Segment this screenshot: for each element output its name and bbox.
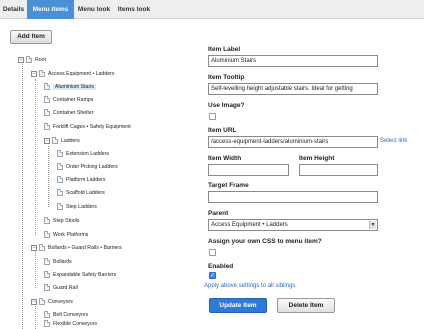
item-label-label: Item Label <box>208 46 241 53</box>
collapse-toggle-icon[interactable]: − <box>31 244 37 251</box>
tree-item-ladders[interactable]: − Ladders <box>44 136 80 146</box>
target-frame-label: Target Frame <box>208 182 249 189</box>
tree-item-expandable-safety-barriers[interactable]: Expandable Safety Barriers <box>44 270 116 280</box>
page-icon <box>44 284 50 292</box>
collapse-toggle-icon[interactable]: − <box>31 298 37 305</box>
tree-item-access-equipment-ladders[interactable]: − Access Equipment • Ladders <box>31 69 114 79</box>
folder-icon <box>26 56 32 64</box>
parent-select[interactable]: Access Equipment • Ladders ▼ <box>208 219 378 231</box>
tree-item-platform-ladders[interactable]: Platform Ladders <box>57 175 106 185</box>
item-tooltip-input[interactable]: Self-levelling height adjustable stairs.… <box>208 83 378 95</box>
page-icon <box>44 311 50 319</box>
page-icon <box>44 123 50 131</box>
page-icon <box>57 150 63 158</box>
tree-item-bollards-guard-rails-barriers[interactable]: − Bollards • Guard Rails • Barriers <box>31 243 122 253</box>
tree-connector-line <box>35 79 36 235</box>
collapse-toggle-icon[interactable]: − <box>31 70 37 77</box>
page-icon <box>39 298 45 306</box>
page-icon <box>44 217 50 225</box>
tree-connector-line <box>22 64 23 329</box>
item-edit-form: Item Label Aluminium Stairs Item Tooltip… <box>204 0 424 329</box>
enabled-label: Enabled <box>208 263 234 270</box>
use-image-checkbox[interactable] <box>209 113 216 120</box>
page-icon <box>57 163 63 171</box>
item-url-label: Item URL <box>208 127 237 134</box>
delete-item-button[interactable]: Delete Item <box>277 298 335 313</box>
item-label-input[interactable]: Aluminium Stairs <box>208 55 378 67</box>
item-width-input[interactable] <box>208 164 289 176</box>
item-url-input[interactable]: /access-equipment-ladders/aluminium-stai… <box>208 136 378 148</box>
use-image-label: Use Image? <box>208 102 245 109</box>
page-icon <box>44 320 50 328</box>
tree-item-bollards[interactable]: Bollards <box>44 257 72 267</box>
tree-item-conveyors[interactable]: − Conveyors <box>31 297 73 307</box>
chevron-down-icon: ▼ <box>369 221 376 229</box>
page-icon <box>39 244 45 252</box>
assign-css-checkbox[interactable] <box>209 249 216 256</box>
tree-item-step-ladders[interactable]: Step Ladders <box>57 202 97 212</box>
tree-item-extension-ladders[interactable]: Extension Ladders <box>57 149 109 159</box>
parent-label: Parent <box>208 210 229 217</box>
item-width-label: Item Width <box>208 155 242 162</box>
select-link[interactable]: Select link <box>380 138 407 144</box>
tree-item-work-platforms[interactable]: Work Platforms <box>44 230 88 240</box>
apply-to-siblings-link[interactable]: Apply above settings to all siblings <box>204 283 295 289</box>
page-icon <box>44 83 50 91</box>
parent-select-value: Access Equipment • Ladders <box>211 222 288 228</box>
enabled-checkbox[interactable]: ✓ <box>209 272 216 279</box>
target-frame-input[interactable] <box>208 191 378 203</box>
tree-item-order-picking-ladders[interactable]: Order Picking Ladders <box>57 162 118 172</box>
update-item-button[interactable]: Update Item <box>209 298 267 313</box>
page-icon <box>44 271 50 279</box>
tree-item-forklift-cages[interactable]: Forklift Cages • Safety Equipment <box>44 122 131 132</box>
page-icon <box>52 137 58 145</box>
tree-item-container-shelter[interactable]: Container Shelter <box>44 108 93 118</box>
page-icon <box>57 203 63 211</box>
page-icon <box>44 96 50 104</box>
item-tooltip-label: Item Tooltip <box>208 74 245 81</box>
page-icon <box>44 231 50 239</box>
tree-item-flexible-conveyors[interactable]: Flexible Conveyors <box>44 319 97 329</box>
page-icon <box>39 70 45 78</box>
tree-item-scaffold-ladders[interactable]: Scaffold Ladders <box>57 188 105 198</box>
collapse-toggle-icon[interactable]: − <box>18 56 24 63</box>
tree-item-container-ramps[interactable]: Container Ramps <box>44 95 93 105</box>
item-height-input[interactable] <box>299 164 378 176</box>
page-icon <box>57 176 63 184</box>
page-icon <box>44 109 50 117</box>
tree-item-root[interactable]: − Root <box>18 55 46 65</box>
tree-connector-line <box>48 146 49 207</box>
tree-item-guard-rail[interactable]: Guard Rail <box>44 283 78 293</box>
menu-tree: − Root − Access Equipment • Ladders Alumin… <box>0 0 200 329</box>
tree-item-aluminium-stairs[interactable]: Aluminium Stairs <box>44 82 96 92</box>
tree-item-step-stools[interactable]: Step Stools <box>44 216 80 226</box>
page-icon <box>44 258 50 266</box>
collapse-toggle-icon[interactable]: − <box>44 137 50 144</box>
page-icon <box>57 189 63 197</box>
item-height-label: Item Height <box>299 155 335 162</box>
assign-css-label: Assign your own CSS to menu item? <box>208 238 322 245</box>
tree-connector-line <box>35 248 36 288</box>
